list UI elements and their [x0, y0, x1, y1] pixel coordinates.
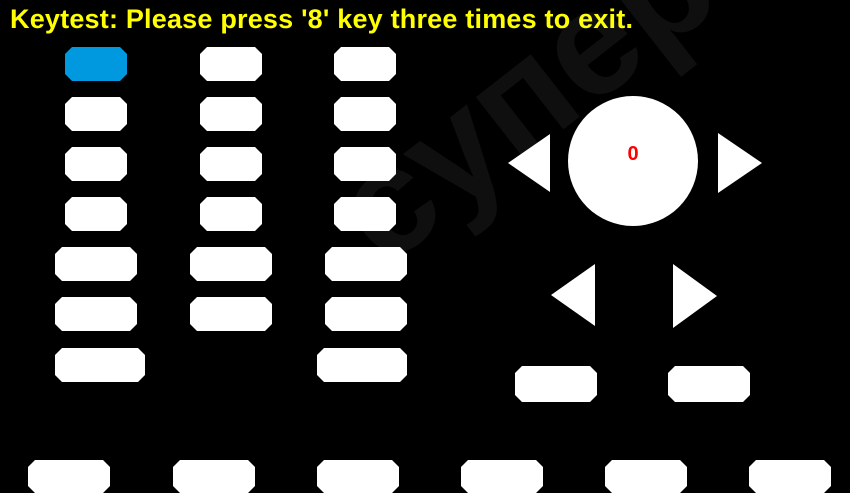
- softkey-5[interactable]: [605, 460, 687, 493]
- key-3-3[interactable]: [334, 147, 396, 181]
- knob-value: 0: [627, 143, 639, 165]
- key-2-2[interactable]: [200, 97, 262, 131]
- key-right-lower-right[interactable]: [668, 366, 750, 402]
- key-1-6[interactable]: [55, 297, 137, 331]
- key-3-6[interactable]: [325, 297, 407, 331]
- key-3-1[interactable]: [334, 47, 396, 81]
- key-2-6[interactable]: [190, 297, 272, 331]
- key-3-7[interactable]: [317, 348, 407, 382]
- key-1-4[interactable]: [65, 197, 127, 231]
- key-2-3[interactable]: [200, 147, 262, 181]
- softkey-3[interactable]: [317, 460, 399, 493]
- knob-right-arrow-icon[interactable]: [718, 133, 762, 193]
- key-1-7[interactable]: [55, 348, 145, 382]
- softkey-1[interactable]: [28, 460, 110, 493]
- rotary-knob[interactable]: 0: [568, 96, 698, 226]
- knob-left-arrow-icon[interactable]: [508, 134, 550, 192]
- key-3-4[interactable]: [334, 197, 396, 231]
- key-1-5[interactable]: [55, 247, 137, 281]
- keytest-instruction: Keytest: Please press '8' key three time…: [10, 4, 634, 34]
- direction-right-arrow-icon[interactable]: [673, 264, 717, 328]
- key-3-5[interactable]: [325, 247, 407, 281]
- key-2-5[interactable]: [190, 247, 272, 281]
- direction-left-arrow-icon[interactable]: [551, 264, 595, 326]
- softkey-2[interactable]: [173, 460, 255, 493]
- key-1-3[interactable]: [65, 147, 127, 181]
- key-1-2[interactable]: [65, 97, 127, 131]
- key-2-1[interactable]: [200, 47, 262, 81]
- key-1-1[interactable]: [65, 47, 127, 81]
- softkey-6[interactable]: [749, 460, 831, 493]
- softkey-4[interactable]: [461, 460, 543, 493]
- key-right-lower-left[interactable]: [515, 366, 597, 402]
- key-2-4[interactable]: [200, 197, 262, 231]
- key-3-2[interactable]: [334, 97, 396, 131]
